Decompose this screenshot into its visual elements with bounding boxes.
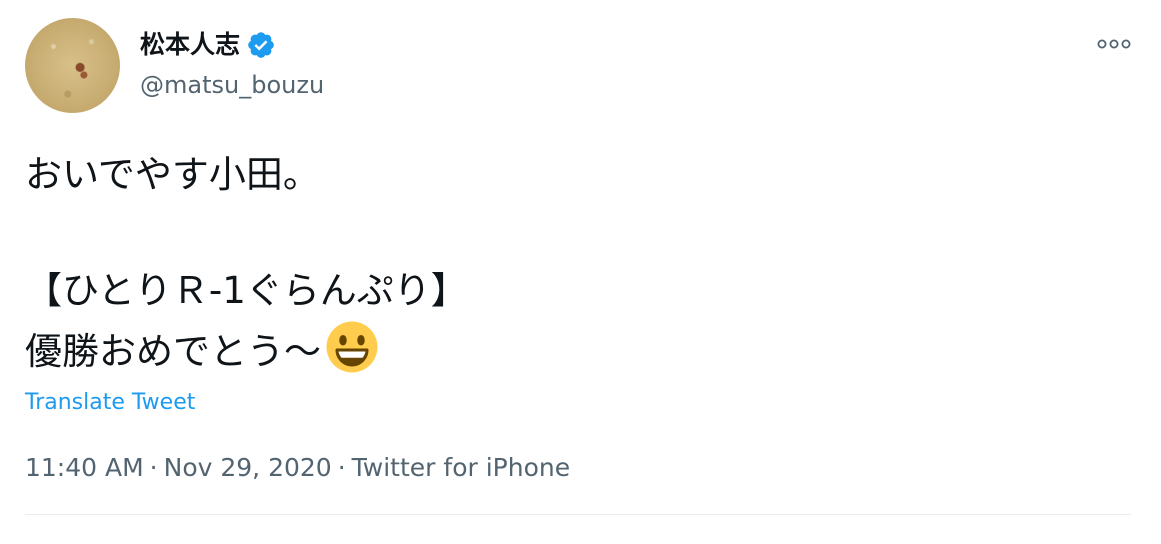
divider: [25, 514, 1131, 515]
avatar[interactable]: [25, 18, 120, 113]
meta-separator: ·: [337, 453, 346, 482]
smiling-face-open-mouth-emoji: [326, 321, 378, 373]
tweet-text-line: おいでやす小田。: [25, 153, 320, 196]
author-handle[interactable]: @matsu_bouzu: [140, 68, 324, 102]
more-options-button[interactable]: [1094, 30, 1134, 58]
tweet-text-line: 【ひとりＲ-1ぐらんぷり】: [25, 269, 468, 312]
tweet-time[interactable]: 11:40 AM: [25, 453, 144, 482]
tweet-date[interactable]: Nov 29, 2020: [164, 453, 332, 482]
tweet-meta: 11:40 AM · Nov 29, 2020 · Twitter for iPhone: [25, 450, 570, 486]
tweet-source[interactable]: Twitter for iPhone: [352, 453, 570, 482]
tweet-text-line-content: 優勝おめでとう〜: [25, 330, 321, 373]
more-options-icon: [1097, 39, 1131, 49]
meta-separator: ·: [149, 453, 158, 482]
translate-tweet-link[interactable]: Translate Tweet: [25, 388, 195, 418]
author-name-row[interactable]: 松本人志: [140, 28, 276, 62]
tweet-text-line-last: 優勝おめでとう〜: [25, 320, 1105, 378]
tweet-text-line: [25, 204, 1105, 262]
tweet-text: おいでやす小田。 【ひとりＲ-1ぐらんぷり】 優勝おめでとう〜: [25, 146, 1105, 378]
author-display-name[interactable]: 松本人志: [140, 28, 240, 62]
verified-badge-icon: [248, 32, 274, 58]
